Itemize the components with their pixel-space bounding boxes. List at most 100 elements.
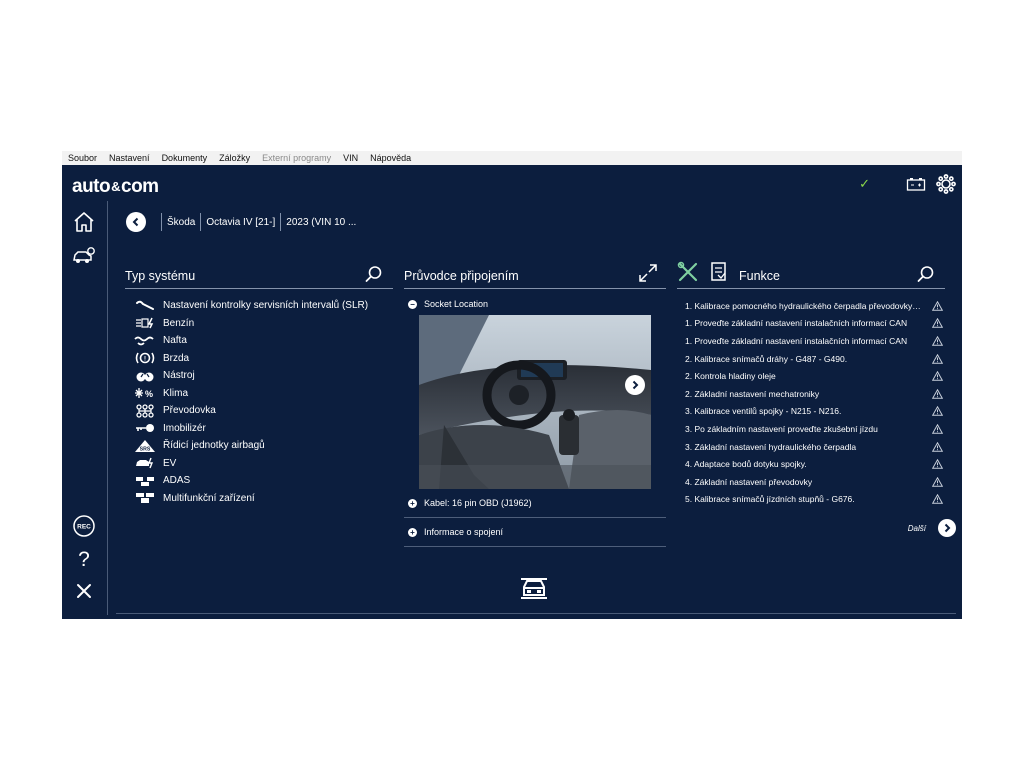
system-type-item[interactable]: Nafta (125, 332, 393, 350)
warning-icon (931, 441, 944, 452)
chevron-right-icon (944, 523, 951, 533)
battery-icon[interactable] (906, 176, 926, 192)
search-icon[interactable] (365, 265, 383, 283)
system-type-item[interactable]: ADAS (125, 472, 393, 490)
systems-panel-header: Typ systému (125, 259, 393, 289)
next-image-button[interactable] (625, 375, 645, 395)
function-item[interactable]: 2. Kontrola hladiny oleje (677, 367, 945, 385)
breadcrumb-year[interactable]: 2023 (VIN 10 ... (286, 217, 356, 228)
warning-icon (931, 423, 944, 434)
breadcrumb-model[interactable]: Octavia IV [21-] (206, 217, 275, 228)
function-label: 4. Základní nastavení převodovky (685, 476, 813, 487)
menu-item-2[interactable]: Dokumenty (156, 151, 214, 165)
cable-label: Kabel: 16 pin OBD (J1962) (424, 498, 532, 508)
brake-icon: ! (134, 351, 156, 365)
system-type-item[interactable]: Nástroj (125, 367, 393, 385)
system-type-item[interactable]: Benzín (125, 315, 393, 333)
car-diagnostics-icon[interactable] (71, 243, 97, 269)
system-type-label: Klima (163, 387, 189, 399)
vehicle-connect-icon[interactable] (518, 573, 550, 601)
bottom-divider (116, 613, 956, 614)
socket-location-row[interactable]: − Socket Location (404, 293, 666, 315)
warning-icon (931, 300, 944, 311)
connection-ok-icon: ✓ (859, 176, 870, 191)
system-type-item[interactable]: ! Brzda (125, 350, 393, 368)
warning-icon (931, 494, 944, 505)
system-type-item[interactable]: SRS Řídicí jednotky airbagů (125, 437, 393, 455)
srs-icon: SRS (134, 439, 156, 453)
more-button[interactable] (938, 519, 956, 537)
system-type-label: EV (163, 457, 177, 469)
cable-row[interactable]: + Kabel: 16 pin OBD (J1962) (404, 489, 666, 518)
home-icon[interactable] (71, 209, 97, 235)
more-label: Další (907, 523, 926, 533)
function-item[interactable]: 2. Základní nastavení mechatroniky (677, 385, 945, 403)
warning-icon (931, 476, 944, 487)
left-rail: REC ? (62, 201, 108, 615)
functions-panel-title: Funkce (739, 269, 780, 283)
system-type-label: Řídicí jednotky airbagů (163, 440, 265, 452)
ev-icon (134, 456, 156, 470)
menu-item-6[interactable]: Nápověda (364, 151, 417, 165)
system-type-label: Nástroj (163, 370, 195, 382)
warning-icon (931, 335, 944, 346)
system-type-item[interactable]: % Klima (125, 385, 393, 403)
breadcrumb-divider (280, 213, 282, 231)
menu-item-3[interactable]: Záložky (213, 151, 256, 165)
function-label: 1. Kalibrace pomocného hydraulického čer… (685, 300, 923, 311)
settings-cog-icon[interactable] (936, 174, 956, 194)
function-label: 3. Po základním nastavení proveďte zkuše… (685, 423, 878, 434)
system-type-item[interactable]: EV (125, 455, 393, 473)
menu-item-1[interactable]: Nastavení (103, 151, 156, 165)
expand-icon[interactable] (638, 263, 658, 283)
system-type-label: Nastavení kontrolky servisních intervalů… (163, 300, 369, 312)
function-label: 1. Proveďte základní nastavení instalačn… (685, 335, 908, 346)
functions-panel: Funkce 1. Kalibrace pomocného hydraulick… (677, 259, 945, 508)
menu-item-5[interactable]: VIN (337, 151, 364, 165)
system-type-label: Brzda (163, 352, 190, 364)
systems-panel: Typ systému Nastavení kontrolky servisní… (125, 259, 393, 507)
diesel-icon (134, 334, 156, 348)
function-label: 2. Základní nastavení mechatroniky (685, 388, 820, 399)
function-item[interactable]: 1. Kalibrace pomocného hydraulického čer… (677, 297, 945, 315)
menu-item-0[interactable]: Soubor (62, 151, 103, 165)
breadcrumb-divider (161, 213, 162, 231)
function-item[interactable]: 5. Kalibrace snímačů jízdních stupňů - G… (677, 491, 945, 509)
svg-text:!: ! (144, 357, 146, 363)
system-type-item[interactable]: Imobilizér (125, 420, 393, 438)
multifunction-icon (134, 491, 156, 505)
adas-icon (134, 474, 156, 488)
key-icon (134, 421, 156, 435)
more-link[interactable]: Další (908, 519, 956, 537)
function-item[interactable]: 1. Proveďte základní nastavení instalačn… (677, 315, 945, 333)
system-type-list: Nastavení kontrolky servisních intervalů… (125, 297, 393, 507)
function-item[interactable]: 4. Adaptace bodů dotyku spojky. (677, 455, 945, 473)
menu-item-4[interactable]: Externí programy (256, 151, 337, 165)
function-item[interactable]: 3. Kalibrace ventilů spojky - N215 - N21… (677, 403, 945, 421)
climate-icon: % (134, 386, 156, 400)
socket-location-label: Socket Location (424, 299, 489, 309)
record-icon[interactable]: REC (71, 513, 97, 539)
search-icon[interactable] (917, 265, 935, 283)
back-button[interactable] (126, 212, 146, 232)
function-item[interactable]: 2. Kalibrace snímačů dráhy - G487 - G490… (677, 350, 945, 368)
connection-guide-panel: Průvodce připojením − Socket Location + … (404, 259, 666, 547)
connection-info-row[interactable]: + Informace o spojení (404, 518, 666, 547)
system-type-item[interactable]: Nastavení kontrolky servisních intervalů… (125, 297, 393, 315)
system-type-item[interactable]: Multifunkční zařízení (125, 490, 393, 508)
system-type-item[interactable]: Převodovka (125, 402, 393, 420)
document-list-icon[interactable] (709, 261, 729, 283)
function-item[interactable]: 3. Základní nastavení hydraulického čerp… (677, 438, 945, 456)
function-item[interactable]: 3. Po základním nastavení proveďte zkuše… (677, 420, 945, 438)
collapse-icon: − (408, 299, 417, 309)
app-window: auto&com ✓ REC ? Škoda Octavia IV [21-] … (62, 165, 962, 619)
breadcrumb-brand[interactable]: Škoda (167, 217, 195, 228)
function-label: 3. Základní nastavení hydraulického čerp… (685, 441, 857, 452)
close-icon[interactable] (71, 578, 97, 604)
help-icon[interactable]: ? (71, 545, 97, 571)
warning-icon (931, 388, 944, 399)
function-item[interactable]: 4. Základní nastavení převodovky (677, 473, 945, 491)
tools-icon[interactable] (677, 261, 699, 283)
function-item[interactable]: 1. Proveďte základní nastavení instalačn… (677, 332, 945, 350)
svg-text:REC: REC (77, 524, 91, 531)
